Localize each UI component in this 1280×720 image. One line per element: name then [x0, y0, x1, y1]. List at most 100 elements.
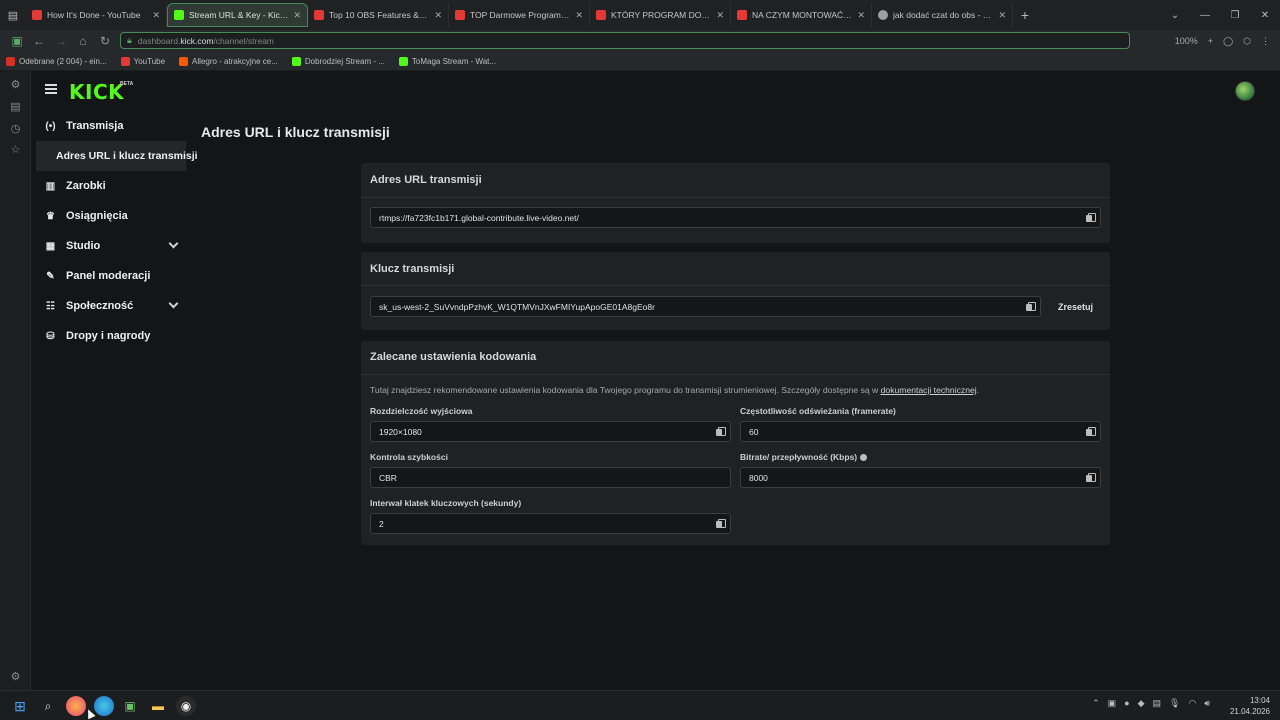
bookmark-label: YouTube [133, 56, 166, 66]
bitrate-field[interactable]: 8000 [740, 467, 1101, 488]
browser-tab-active[interactable]: Stream URL & Key - Kick Dashb ✕ [167, 3, 308, 27]
settings-icon[interactable]: ⚙ [9, 79, 22, 92]
bookmark[interactable]: ToMaga Stream - Wat... [398, 56, 496, 66]
close-window-icon[interactable]: ✕ [1250, 10, 1280, 21]
sidebar-item-label: Społeczność [66, 300, 134, 312]
sidebar-item-dropy[interactable]: ⛁ Dropy i nagrody [31, 321, 189, 351]
tray-app-icon[interactable]: ● [1124, 698, 1129, 709]
clock-time: 13:04 [1249, 696, 1270, 705]
rate-control-field[interactable]: CBR [370, 467, 731, 488]
browser-tab[interactable]: How It's Done - YouTube ✕ [26, 3, 167, 27]
copy-icon[interactable] [1086, 213, 1096, 223]
favorites-icon[interactable]: ☆ [9, 144, 22, 157]
obs-icon[interactable]: ◉ [176, 696, 196, 716]
tray-app-icon[interactable]: ▣ [1108, 698, 1117, 709]
sidebar-item-zarobki[interactable]: ▥ Zarobki [31, 171, 189, 201]
microphone-icon[interactable]: 🎙︎ [1169, 698, 1180, 709]
copy-icon[interactable] [1086, 473, 1096, 483]
copy-icon[interactable] [1026, 302, 1036, 312]
card-title: Zalecane ustawienia kodowania [370, 351, 537, 363]
reset-key-button[interactable]: Zresetuj [1058, 302, 1093, 312]
zoom-in-icon[interactable]: + [1208, 36, 1213, 46]
divider [361, 197, 1110, 198]
windows-start-icon[interactable]: ⊞ [10, 696, 30, 716]
browser-tab[interactable]: TOP Darmowe Programy do M ✕ [449, 3, 590, 27]
sidebar-item-spolecznosc[interactable]: ☷ Społeczność [31, 291, 189, 321]
bookmark[interactable]: Odebrane (2 004) - ein... [6, 56, 107, 66]
collections-icon[interactable]: ▤ [9, 101, 22, 114]
sidebar-item-studio[interactable]: ▦ Studio [31, 231, 189, 261]
bitrate-label: Bitrate/ przepływność (Kbps) [740, 452, 858, 462]
description-text: Tutaj znajdziesz rekomendowane ustawieni… [370, 385, 879, 395]
close-icon[interactable]: ✕ [575, 10, 583, 21]
taskbar-clock[interactable]: 13:04 21.04.2026 [1230, 695, 1270, 717]
bookmark[interactable]: Dobrodziej Stream - ... [291, 56, 385, 66]
edge-icon[interactable] [94, 696, 114, 716]
info-icon[interactable] [860, 454, 868, 461]
close-icon[interactable]: ✕ [434, 10, 442, 21]
trophy-icon: ♛ [46, 210, 55, 222]
close-icon[interactable]: ✕ [293, 10, 301, 21]
copy-icon[interactable] [716, 427, 726, 437]
sidebar-subitem-stream-url-key[interactable]: Adres URL i klucz transmisji [36, 141, 198, 171]
kick-logo[interactable]: KICK [69, 80, 124, 104]
app-icon[interactable]: ▣ [120, 696, 140, 716]
volume-icon[interactable]: 🔊︎ [1204, 698, 1210, 709]
sidebar-item-label: Osiągnięcia [66, 210, 128, 222]
rail-settings-icon[interactable]: ⚙ [9, 671, 22, 684]
sidebar-item-transmisja[interactable]: (•) Transmisja [31, 111, 189, 141]
tray-app-icon[interactable]: ◆ [1138, 698, 1145, 709]
system-tray: ⌃ ▣ ● ◆ ▤ 🎙︎ ◠ 🔊︎ [1092, 698, 1210, 709]
close-icon[interactable]: ✕ [998, 10, 1006, 21]
tab-search-icon[interactable]: ⌄ [1160, 10, 1190, 21]
copy-icon[interactable] [716, 519, 726, 529]
extensions-icon[interactable]: ⬡ [1243, 36, 1251, 47]
file-explorer-icon[interactable]: ▬ [148, 696, 168, 716]
close-icon[interactable]: ✕ [152, 10, 160, 21]
history-icon[interactable]: ◷ [9, 123, 22, 136]
new-tab-button[interactable]: + [1013, 7, 1037, 23]
search-icon[interactable]: ⌕ [38, 696, 58, 716]
maximize-icon[interactable]: ❐ [1220, 10, 1250, 21]
close-icon[interactable]: ✕ [716, 10, 724, 21]
chevron-down-icon[interactable] [168, 298, 179, 309]
reload-icon[interactable]: ↻ [94, 30, 116, 52]
browser-tab[interactable]: KTÓRY PROGRAM DO MONTAŻU ✕ [590, 3, 731, 27]
sidebar-item-osiagniecia[interactable]: ♛ Osiągnięcia [31, 201, 189, 231]
back-icon[interactable]: ← [28, 30, 50, 52]
tab-actions-icon[interactable]: ▤ [0, 0, 26, 30]
address-bar[interactable]: 🔒︎ dashboard. kick.com/channel/stream [120, 32, 1130, 49]
firefox-icon[interactable] [66, 696, 86, 716]
keyframe-field[interactable]: 2 [370, 513, 731, 534]
tray-app-icon[interactable]: ▤ [1153, 698, 1162, 709]
zoom-level[interactable]: 100% [1175, 36, 1198, 46]
browser-tab[interactable]: Top 10 OBS Features & Plugins ✕ [308, 3, 449, 27]
profile-icon[interactable]: ◯ [1223, 36, 1233, 47]
tab-title: Top 10 OBS Features & Plugins [329, 10, 429, 20]
browser-tab[interactable]: jak dodać czat do obs - Szukaj ✕ [872, 3, 1013, 27]
stream-key-field[interactable]: sk_us-west-2_SuVvndpPzhvK_W1QTMVnJXwFMIY… [370, 296, 1041, 317]
copy-icon[interactable] [1086, 427, 1096, 437]
sidebar-item-panel-moderacji[interactable]: ✎ Panel moderacji [31, 261, 189, 291]
menu-icon[interactable]: ⋮ [1261, 36, 1270, 47]
user-avatar[interactable] [1235, 81, 1255, 101]
docs-link[interactable]: dokumentacji technicznej [881, 385, 977, 395]
beta-badge: BETA [120, 81, 134, 87]
stream-url-field[interactable]: rtmps://fa723fc1b171.global-contribute.l… [370, 207, 1101, 228]
tab-title: KTÓRY PROGRAM DO MONTAŻU [611, 10, 711, 20]
bookmark[interactable]: YouTube [120, 56, 166, 66]
forward-icon[interactable]: → [50, 30, 72, 52]
resolution-field[interactable]: 1920×1080 [370, 421, 731, 442]
framerate-field[interactable]: 60 [740, 421, 1101, 442]
minimize-icon[interactable]: — [1190, 10, 1220, 21]
close-icon[interactable]: ✕ [857, 10, 865, 21]
hamburger-menu-icon[interactable] [45, 84, 57, 94]
bookmark[interactable]: Allegro - atrakcyjne ce... [179, 56, 278, 66]
browser-tab[interactable]: NA CZYM MONTOWAĆ FILMY? ✕ [731, 3, 872, 27]
chevron-down-icon[interactable] [168, 238, 179, 249]
tray-chevron-icon[interactable]: ⌃ [1092, 698, 1100, 709]
home-icon[interactable]: ⌂ [72, 30, 94, 52]
network-icon[interactable]: ◠ [1188, 698, 1196, 709]
youtube-icon [120, 56, 130, 66]
sidebar-toggle-icon[interactable]: ▣ [6, 30, 28, 52]
